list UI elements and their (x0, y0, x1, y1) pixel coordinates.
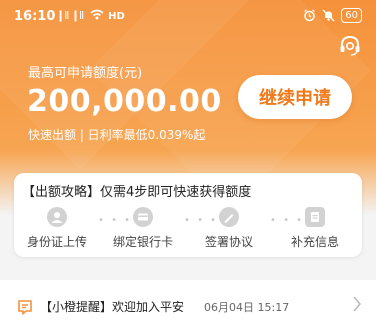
notification-bar[interactable]: 【小橙提醒】欢迎加入平安 06月04日 15:17 (0, 280, 376, 332)
hd-badge: HD (108, 11, 125, 22)
customer-service-button[interactable] (338, 34, 362, 62)
step-bind-card[interactable]: 绑定银行卡 (100, 207, 186, 250)
rate-info: 快速出额 | 日利率最低0.039%起 (28, 128, 206, 142)
notification-date: 06月04日 15:17 (204, 301, 290, 314)
wifi-icon (90, 9, 104, 20)
status-right: 60 (303, 8, 362, 23)
signal-indicator: ❙ll ❙ll HD (56, 9, 125, 22)
step-sign-agreement[interactable]: 签署协议 (186, 207, 272, 250)
mute-icon (322, 9, 335, 22)
notification-text: 【小橙提醒】欢迎加入平安 (40, 300, 185, 314)
status-bar: 16:10 ❙ll ❙ll HD 60 (0, 0, 376, 36)
signal-bars: ❙ll ❙ll (56, 9, 84, 22)
step-id-upload[interactable]: 身份证上传 (14, 207, 100, 250)
step-label: 补充信息 (290, 235, 339, 249)
steps-row: 身份证上传 • • • 绑定银行卡 • • • 签署协议 • • • 补充信息 (14, 207, 362, 251)
step-label: 身份证上传 (26, 235, 87, 249)
credit-limit-label: 最高可申请额度(元) (28, 66, 143, 81)
headset-icon (340, 35, 360, 56)
notification-icon (18, 300, 32, 315)
steps-card: 【出额攻略】仅需4步即可快速获得额度 身份证上传 • • • 绑定银行卡 • •… (14, 173, 362, 257)
continue-apply-button[interactable]: 继续申请 (238, 75, 352, 119)
pen-icon (219, 207, 239, 227)
chevron-right-icon (353, 296, 362, 312)
credit-limit-amount: 200,000.00 (27, 84, 222, 119)
id-card-icon (47, 207, 67, 227)
step-supplement-info[interactable]: 补充信息 (272, 207, 358, 250)
step-label: 绑定银行卡 (112, 235, 173, 249)
status-time: 16:10 (14, 9, 56, 24)
battery-indicator: 60 (341, 8, 362, 23)
document-icon (305, 207, 325, 227)
step-label: 签署协议 (204, 235, 253, 249)
steps-card-title: 【出额攻略】仅需4步即可快速获得额度 (22, 185, 252, 200)
bank-card-icon (133, 207, 153, 227)
alarm-icon (304, 9, 316, 22)
